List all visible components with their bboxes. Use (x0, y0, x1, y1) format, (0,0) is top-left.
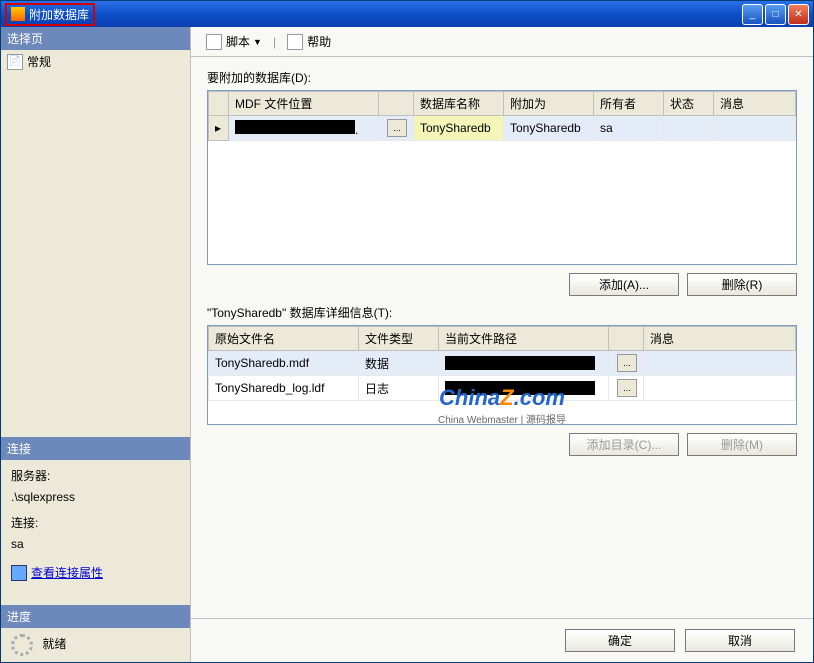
connection-header: 连接 (1, 437, 190, 460)
separator: | (273, 35, 276, 49)
redacted-path (445, 381, 595, 395)
add-catalog-button: 添加目录(C)... (569, 433, 679, 456)
progress-header: 进度 (1, 605, 190, 628)
help-label: 帮助 (307, 33, 331, 50)
col-browse (379, 92, 414, 116)
minimize-button[interactable]: _ (742, 4, 763, 25)
cell-filename[interactable]: TonySharedb_log.ldf (209, 376, 359, 401)
help-button[interactable]: 帮助 (280, 30, 338, 53)
connection-info: 服务器: .\sqlexpress 连接: sa (1, 460, 190, 560)
cell-owner[interactable]: sa (594, 116, 664, 141)
cell-mdf-location[interactable]: . (229, 116, 379, 141)
main-panel: 脚本 ▼ | 帮助 要附加的数据库(D): MDF 文件位置 (191, 27, 813, 662)
col-selector (209, 92, 229, 116)
conn-value: sa (11, 534, 180, 554)
app-icon (11, 7, 25, 21)
cell-filepath[interactable] (439, 351, 609, 376)
table-row[interactable]: TonySharedb.mdf 数据 ... (209, 351, 796, 376)
col-owner[interactable]: 所有者 (594, 92, 664, 116)
redacted-path (445, 356, 595, 370)
page-icon: 📄 (7, 54, 23, 70)
browse-button[interactable]: ... (387, 119, 407, 137)
grid1-buttons: 添加(A)... 删除(R) (207, 273, 797, 296)
script-label: 脚本 (226, 33, 250, 50)
toolbar: 脚本 ▼ | 帮助 (191, 27, 813, 57)
progress-status: 就绪 (1, 628, 190, 662)
dialog-footer: 确定 取消 (191, 618, 813, 662)
grid2-buttons: 添加目录(C)... 删除(M) (207, 433, 797, 456)
col-filename[interactable]: 原始文件名 (209, 327, 359, 351)
sidebar-item-general[interactable]: 📄 常规 (1, 50, 190, 73)
dialog-body: 选择页 📄 常规 连接 服务器: .\sqlexpress 连接: sa 查看连… (1, 27, 813, 662)
titlebar[interactable]: 附加数据库 _ □ ✕ (1, 1, 813, 27)
details-grid[interactable]: 原始文件名 文件类型 当前文件路径 消息 TonySharedb.mdf 数据 (207, 325, 797, 425)
cell-filetype[interactable]: 日志 (359, 376, 439, 401)
cell-message (644, 376, 796, 401)
ok-button[interactable]: 确定 (565, 629, 675, 652)
col-message[interactable]: 消息 (714, 92, 796, 116)
col-mdf-location[interactable]: MDF 文件位置 (229, 92, 379, 116)
cell-browse: ... (609, 351, 644, 376)
add-button[interactable]: 添加(A)... (569, 273, 679, 296)
title-highlight: 附加数据库 (5, 3, 95, 26)
script-button[interactable]: 脚本 ▼ (199, 30, 269, 53)
select-page-header: 选择页 (1, 27, 190, 50)
help-icon (287, 34, 303, 50)
script-icon (206, 34, 222, 50)
col-filetype[interactable]: 文件类型 (359, 327, 439, 351)
cell-browse: ... (609, 376, 644, 401)
cell-filepath[interactable] (439, 376, 609, 401)
cell-filename[interactable]: TonySharedb.mdf (209, 351, 359, 376)
window-title: 附加数据库 (29, 6, 89, 23)
cancel-button[interactable]: 取消 (685, 629, 795, 652)
cell-message (714, 116, 796, 141)
sidebar: 选择页 📄 常规 连接 服务器: .\sqlexpress 连接: sa 查看连… (1, 27, 191, 662)
progress-status-text: 就绪 (42, 637, 66, 651)
sidebar-item-label: 常规 (27, 53, 51, 70)
watermark-tagline: China Webmaster | 源码报导 (438, 411, 566, 425)
table-row[interactable]: ▸ . ... TonySharedb TonySharedb sa (209, 116, 796, 141)
link-label: 查看连接属性 (31, 564, 103, 581)
dialog-window: 附加数据库 _ □ ✕ 选择页 📄 常规 连接 服务器: .\sqlexpres… (0, 0, 814, 663)
col-status[interactable]: 状态 (664, 92, 714, 116)
window-controls: _ □ ✕ (742, 4, 809, 25)
details-table: 原始文件名 文件类型 当前文件路径 消息 TonySharedb.mdf 数据 (208, 326, 796, 401)
row-selector[interactable]: ▸ (209, 116, 229, 141)
progress-spinner-icon (11, 634, 33, 656)
cell-browse: ... (379, 116, 414, 141)
attach-db-label: 要附加的数据库(D): (207, 69, 797, 86)
browse-button[interactable]: ... (617, 379, 637, 397)
col-attach-as[interactable]: 附加为 (504, 92, 594, 116)
remove2-button: 删除(M) (687, 433, 797, 456)
view-connection-properties-link[interactable]: 查看连接属性 (1, 560, 190, 585)
cell-filetype[interactable]: 数据 (359, 351, 439, 376)
cell-attach-as[interactable]: TonySharedb (504, 116, 594, 141)
content-area: 要附加的数据库(D): MDF 文件位置 数据库名称 附加为 所有者 状态 (191, 57, 813, 618)
browse-button[interactable]: ... (617, 354, 637, 372)
cell-message (644, 351, 796, 376)
col-filepath[interactable]: 当前文件路径 (439, 327, 609, 351)
maximize-button[interactable]: □ (765, 4, 786, 25)
properties-icon (11, 565, 27, 581)
close-button[interactable]: ✕ (788, 4, 809, 25)
cell-db-name[interactable]: TonySharedb (414, 116, 504, 141)
details-label: "TonySharedb" 数据库详细信息(T): (207, 304, 797, 321)
col-message2[interactable]: 消息 (644, 327, 796, 351)
cell-status (664, 116, 714, 141)
server-label: 服务器: (11, 466, 180, 486)
conn-label: 连接: (11, 513, 180, 533)
redacted-path (235, 120, 355, 134)
server-value: .\sqlexpress (11, 487, 180, 507)
table-row[interactable]: TonySharedb_log.ldf 日志 ... (209, 376, 796, 401)
databases-grid[interactable]: MDF 文件位置 数据库名称 附加为 所有者 状态 消息 ▸ (207, 90, 797, 265)
col-browse2 (609, 327, 644, 351)
remove-button[interactable]: 删除(R) (687, 273, 797, 296)
chevron-down-icon: ▼ (253, 37, 262, 47)
databases-table: MDF 文件位置 数据库名称 附加为 所有者 状态 消息 ▸ (208, 91, 796, 141)
select-page-section: 📄 常规 (1, 50, 190, 437)
col-db-name[interactable]: 数据库名称 (414, 92, 504, 116)
